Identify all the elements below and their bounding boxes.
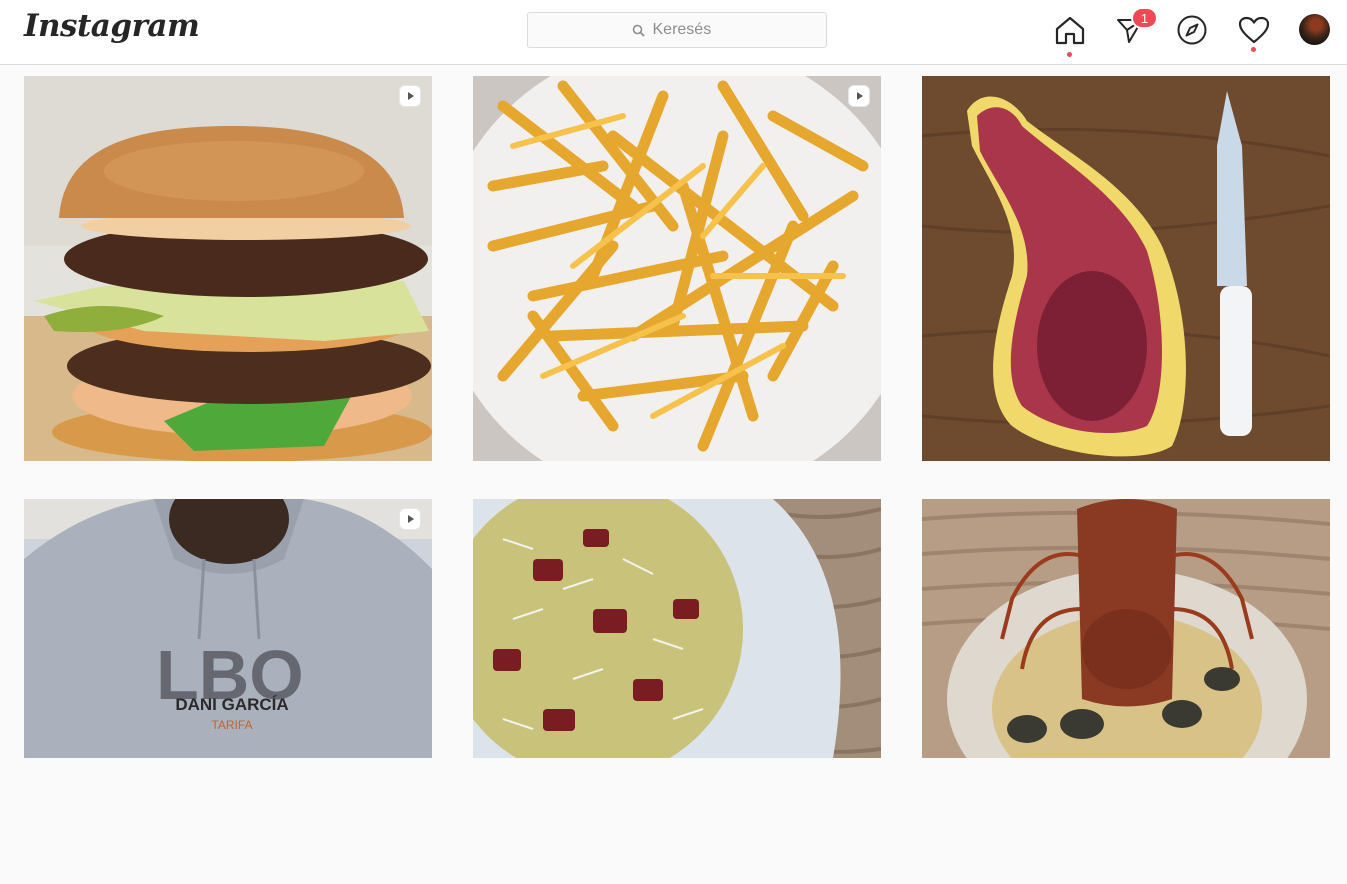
profile-avatar[interactable] (1299, 14, 1330, 45)
post-tile[interactable] (24, 76, 432, 461)
post-tile[interactable] (473, 76, 881, 461)
messages-badge: 1 (1131, 7, 1158, 29)
explore-button[interactable] (1175, 13, 1209, 47)
instagram-logo[interactable]: Instagram (24, 8, 200, 44)
reel-icon (848, 85, 870, 107)
post-image-steak-knife (922, 76, 1330, 461)
post-image-fries (473, 76, 881, 461)
post-image-burger (24, 76, 432, 461)
hoodie-print-line2: TARIFA (211, 718, 253, 732)
post-tile[interactable] (922, 499, 1330, 758)
search-input[interactable] (652, 21, 723, 39)
search-box[interactable] (527, 12, 827, 48)
reel-icon (399, 85, 421, 107)
search-icon (632, 24, 645, 37)
home-icon (1055, 16, 1085, 45)
post-tile[interactable] (922, 76, 1330, 461)
post-image-lobster (922, 499, 1330, 758)
activity-button[interactable] (1237, 13, 1271, 47)
post-tile[interactable]: LBO DANI GARCÍA TARIFA (24, 499, 432, 884)
post-image-pasta (473, 499, 881, 758)
activity-heart-icon (1238, 16, 1270, 44)
explore-icon (1177, 15, 1207, 45)
hoodie-print-line1: DANI GARCÍA (175, 695, 289, 714)
post-tile[interactable] (473, 499, 881, 758)
home-button[interactable] (1053, 13, 1087, 47)
activity-notification-dot (1251, 47, 1256, 52)
reel-icon (399, 508, 421, 530)
top-navigation-bar: Instagram 1 (0, 0, 1347, 65)
home-notification-dot (1067, 52, 1072, 57)
